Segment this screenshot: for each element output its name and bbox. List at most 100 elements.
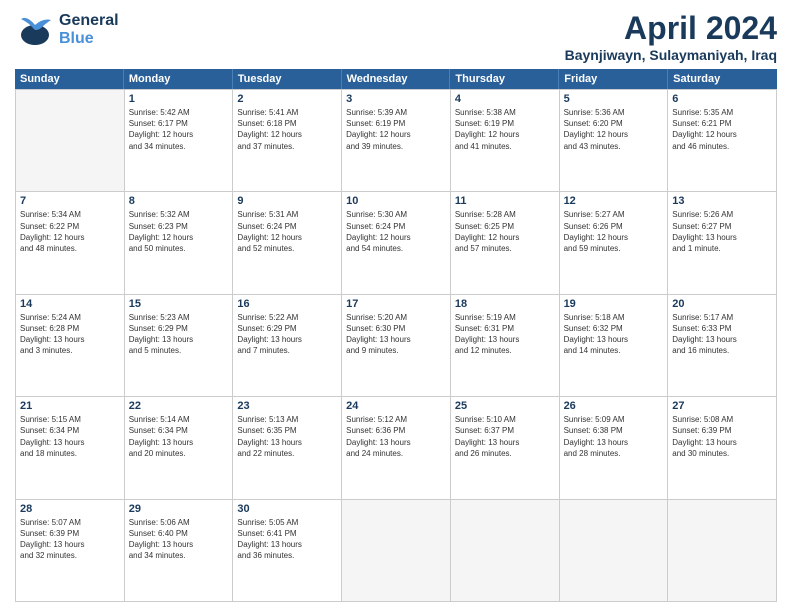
day-info-17: Sunrise: 5:20 AM Sunset: 6:30 PM Dayligh… bbox=[346, 312, 446, 357]
day-num-26: 26 bbox=[564, 400, 664, 412]
day-info-19: Sunrise: 5:18 AM Sunset: 6:32 PM Dayligh… bbox=[564, 312, 664, 357]
day-num-3: 3 bbox=[346, 93, 446, 105]
page: General Blue April 2024 Baynjiwayn, Sula… bbox=[0, 0, 792, 612]
day-empty bbox=[560, 500, 669, 602]
day-num-23: 23 bbox=[237, 400, 337, 412]
day-empty bbox=[16, 90, 125, 192]
day-num-19: 19 bbox=[564, 298, 664, 310]
day-3: 3 Sunrise: 5:39 AM Sunset: 6:19 PM Daylig… bbox=[342, 90, 451, 192]
day-29: 29 Sunrise: 5:06 AM Sunset: 6:40 PM Dayli… bbox=[125, 500, 234, 602]
day-num-8: 8 bbox=[129, 195, 229, 207]
day-6: 6 Sunrise: 5:35 AM Sunset: 6:21 PM Daylig… bbox=[668, 90, 777, 192]
day-10: 10Sunrise: 5:30 AM Sunset: 6:24 PM Dayli… bbox=[342, 192, 451, 294]
day-info-1: Sunrise: 5:42 AM Sunset: 6:17 PM Dayligh… bbox=[129, 107, 229, 152]
day-13: 13 Sunrise: 5:26 AM Sunset: 6:27 PM Dayli… bbox=[668, 192, 777, 294]
title-section: April 2024 Baynjiwayn, Sulaymaniyah, Ira… bbox=[565, 10, 777, 63]
header-friday: Friday bbox=[559, 69, 668, 89]
day-16: 16 Sunrise: 5:22 AM Sunset: 6:29 PM Dayli… bbox=[233, 295, 342, 397]
day-num-25: 25 bbox=[455, 400, 555, 412]
day-info-15: Sunrise: 5:23 AM Sunset: 6:29 PM Dayligh… bbox=[129, 312, 229, 357]
day-info-3: Sunrise: 5:39 AM Sunset: 6:19 PM Dayligh… bbox=[346, 107, 446, 152]
day-7: 7 Sunrise: 5:34 AM Sunset: 6:22 PM Daylig… bbox=[16, 192, 125, 294]
calendar-body: 1 Sunrise: 5:42 AM Sunset: 6:17 PM Daylig… bbox=[15, 89, 777, 602]
day-21: 21 Sunrise: 5:15 AM Sunset: 6:34 PM Dayli… bbox=[16, 397, 125, 499]
day-22: 22Sunrise: 5:14 AM Sunset: 6:34 PM Dayli… bbox=[125, 397, 234, 499]
day-num-30: 30 bbox=[237, 503, 337, 515]
day-empty bbox=[451, 500, 560, 602]
day-info-5: Sunrise: 5:36 AM Sunset: 6:20 PM Dayligh… bbox=[564, 107, 664, 152]
day-num-4: 4 bbox=[455, 93, 555, 105]
day-23: 23 Sunrise: 5:13 AM Sunset: 6:35 PM Dayli… bbox=[233, 397, 342, 499]
day-info-20: Sunrise: 5:17 AM Sunset: 6:33 PM Dayligh… bbox=[672, 312, 772, 357]
day-info-4: Sunrise: 5:38 AM Sunset: 6:19 PM Dayligh… bbox=[455, 107, 555, 152]
day-num-24: 24 bbox=[346, 400, 446, 412]
logo-icon bbox=[15, 10, 55, 50]
day-info-28: Sunrise: 5:07 AM Sunset: 6:39 PM Dayligh… bbox=[20, 517, 120, 562]
day-info-25: Sunrise: 5:10 AM Sunset: 6:37 PM Dayligh… bbox=[455, 414, 555, 459]
day-num-10: 10 bbox=[346, 195, 446, 207]
header-saturday: Saturday bbox=[668, 69, 777, 89]
day-num-14: 14 bbox=[20, 298, 120, 310]
day-info-16: Sunrise: 5:22 AM Sunset: 6:29 PM Dayligh… bbox=[237, 312, 337, 357]
day-info-13: Sunrise: 5:26 AM Sunset: 6:27 PM Dayligh… bbox=[672, 209, 772, 254]
day-info-30: Sunrise: 5:05 AM Sunset: 6:41 PM Dayligh… bbox=[237, 517, 337, 562]
month-title: April 2024 bbox=[565, 10, 777, 47]
day-9: 9 Sunrise: 5:31 AM Sunset: 6:24 PM Daylig… bbox=[233, 192, 342, 294]
day-num-2: 2 bbox=[237, 93, 337, 105]
logo-general-text: General bbox=[59, 12, 119, 30]
day-5: 5 Sunrise: 5:36 AM Sunset: 6:20 PM Daylig… bbox=[560, 90, 669, 192]
day-num-1: 1 bbox=[129, 93, 229, 105]
day-num-21: 21 bbox=[20, 400, 120, 412]
day-num-17: 17 bbox=[346, 298, 446, 310]
day-info-7: Sunrise: 5:34 AM Sunset: 6:22 PM Dayligh… bbox=[20, 209, 120, 254]
day-12: 12Sunrise: 5:27 AM Sunset: 6:26 PM Dayli… bbox=[560, 192, 669, 294]
day-2: 2 Sunrise: 5:41 AM Sunset: 6:18 PM Daylig… bbox=[233, 90, 342, 192]
day-num-29: 29 bbox=[129, 503, 229, 515]
day-num-16: 16 bbox=[237, 298, 337, 310]
day-num-7: 7 bbox=[20, 195, 120, 207]
day-num-6: 6 bbox=[672, 93, 772, 105]
calendar-header: SundayMondayTuesdayWednesdayThursdayFrid… bbox=[15, 69, 777, 89]
logo-words: General Blue bbox=[59, 12, 119, 47]
day-num-20: 20 bbox=[672, 298, 772, 310]
day-num-5: 5 bbox=[564, 93, 664, 105]
day-num-28: 28 bbox=[20, 503, 120, 515]
day-info-23: Sunrise: 5:13 AM Sunset: 6:35 PM Dayligh… bbox=[237, 414, 337, 459]
day-4: 4 Sunrise: 5:38 AM Sunset: 6:19 PM Daylig… bbox=[451, 90, 560, 192]
day-info-2: Sunrise: 5:41 AM Sunset: 6:18 PM Dayligh… bbox=[237, 107, 337, 152]
location: Baynjiwayn, Sulaymaniyah, Iraq bbox=[565, 47, 777, 63]
day-25: 25 Sunrise: 5:10 AM Sunset: 6:37 PM Dayli… bbox=[451, 397, 560, 499]
day-14: 14 Sunrise: 5:24 AM Sunset: 6:28 PM Dayli… bbox=[16, 295, 125, 397]
logo: General Blue bbox=[15, 10, 119, 50]
day-info-11: Sunrise: 5:28 AM Sunset: 6:25 PM Dayligh… bbox=[455, 209, 555, 254]
day-num-9: 9 bbox=[237, 195, 337, 207]
day-num-13: 13 bbox=[672, 195, 772, 207]
day-26: 26 Sunrise: 5:09 AM Sunset: 6:38 PM Dayli… bbox=[560, 397, 669, 499]
day-30: 30 Sunrise: 5:05 AM Sunset: 6:41 PM Dayli… bbox=[233, 500, 342, 602]
day-num-11: 11 bbox=[455, 195, 555, 207]
header: General Blue April 2024 Baynjiwayn, Sula… bbox=[15, 10, 777, 63]
day-info-26: Sunrise: 5:09 AM Sunset: 6:38 PM Dayligh… bbox=[564, 414, 664, 459]
day-info-14: Sunrise: 5:24 AM Sunset: 6:28 PM Dayligh… bbox=[20, 312, 120, 357]
calendar: SundayMondayTuesdayWednesdayThursdayFrid… bbox=[15, 69, 777, 602]
day-info-9: Sunrise: 5:31 AM Sunset: 6:24 PM Dayligh… bbox=[237, 209, 337, 254]
day-info-29: Sunrise: 5:06 AM Sunset: 6:40 PM Dayligh… bbox=[129, 517, 229, 562]
day-19: 19 Sunrise: 5:18 AM Sunset: 6:32 PM Dayli… bbox=[560, 295, 669, 397]
day-24: 24 Sunrise: 5:12 AM Sunset: 6:36 PM Dayli… bbox=[342, 397, 451, 499]
day-info-8: Sunrise: 5:32 AM Sunset: 6:23 PM Dayligh… bbox=[129, 209, 229, 254]
day-info-21: Sunrise: 5:15 AM Sunset: 6:34 PM Dayligh… bbox=[20, 414, 120, 459]
day-info-12: Sunrise: 5:27 AM Sunset: 6:26 PM Dayligh… bbox=[564, 209, 664, 254]
header-tuesday: Tuesday bbox=[233, 69, 342, 89]
day-empty bbox=[668, 500, 777, 602]
day-info-22: Sunrise: 5:14 AM Sunset: 6:34 PM Dayligh… bbox=[129, 414, 229, 459]
day-18: 18Sunrise: 5:19 AM Sunset: 6:31 PM Dayli… bbox=[451, 295, 560, 397]
day-info-24: Sunrise: 5:12 AM Sunset: 6:36 PM Dayligh… bbox=[346, 414, 446, 459]
day-17: 17 Sunrise: 5:20 AM Sunset: 6:30 PM Dayli… bbox=[342, 295, 451, 397]
day-1: 1 Sunrise: 5:42 AM Sunset: 6:17 PM Daylig… bbox=[125, 90, 234, 192]
day-20: 20 Sunrise: 5:17 AM Sunset: 6:33 PM Dayli… bbox=[668, 295, 777, 397]
day-info-6: Sunrise: 5:35 AM Sunset: 6:21 PM Dayligh… bbox=[672, 107, 772, 152]
header-thursday: Thursday bbox=[450, 69, 559, 89]
header-wednesday: Wednesday bbox=[342, 69, 451, 89]
day-28: 28 Sunrise: 5:07 AM Sunset: 6:39 PM Dayli… bbox=[16, 500, 125, 602]
header-monday: Monday bbox=[124, 69, 233, 89]
